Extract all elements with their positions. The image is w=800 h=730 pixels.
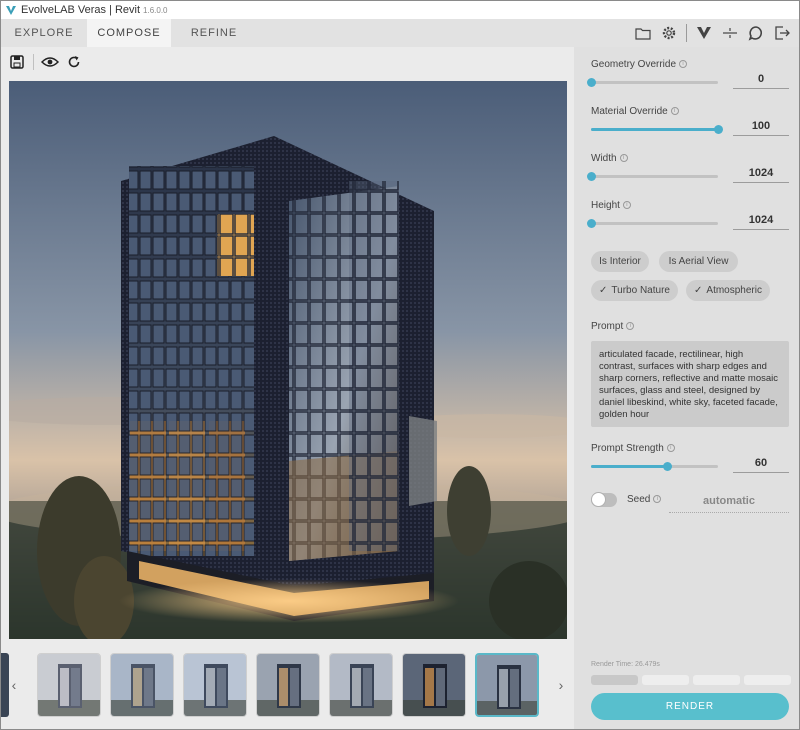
thumbnail-image bbox=[184, 654, 246, 716]
width-control: Width i 1024 bbox=[587, 153, 791, 193]
check-icon: ✓ bbox=[599, 285, 608, 296]
height-input[interactable]: 1024 bbox=[733, 210, 789, 230]
thumbnail-image bbox=[257, 654, 319, 716]
progress-segment bbox=[693, 675, 740, 685]
window-title: EvolveLAB Veras | Revit bbox=[21, 4, 141, 16]
width-label: Width i bbox=[591, 153, 628, 164]
geometry-override-input[interactable]: 0 bbox=[733, 69, 789, 89]
thumbnail-item[interactable] bbox=[402, 653, 466, 717]
toolbar-divider bbox=[33, 54, 34, 70]
save-icon bbox=[10, 55, 24, 69]
info-icon[interactable]: i bbox=[626, 322, 635, 331]
prompt-label: Prompt i bbox=[591, 321, 635, 332]
thumbnail-image bbox=[111, 654, 173, 716]
save-button[interactable] bbox=[5, 51, 29, 73]
thumbnail-item[interactable] bbox=[256, 653, 320, 717]
material-override-slider[interactable] bbox=[591, 125, 723, 134]
info-icon[interactable]: i bbox=[670, 107, 679, 116]
tab-refine[interactable]: REFINE bbox=[171, 19, 257, 47]
height-label: Height i bbox=[591, 200, 631, 211]
progress-segment bbox=[591, 675, 638, 685]
chip-atmospheric[interactable]: ✓ Atmospheric bbox=[686, 280, 770, 301]
prev-arrow-icon[interactable]: ‹ bbox=[3, 647, 25, 723]
app-version: 1.6.0.0 bbox=[143, 5, 168, 15]
thumbnail-item[interactable] bbox=[183, 653, 247, 717]
toggle-knob bbox=[591, 492, 606, 507]
prompt-strength-label: Prompt Strength i bbox=[591, 443, 675, 454]
thumbnail-list bbox=[27, 647, 547, 723]
chip-is-interior[interactable]: Is Interior bbox=[591, 251, 649, 272]
seed-control: Seed i automatic bbox=[591, 491, 791, 513]
app-window: EvolveLAB Veras | Revit 1.6.0.0 EXPLORE … bbox=[0, 0, 800, 730]
split-view-icon[interactable] bbox=[717, 19, 743, 47]
tab-explore[interactable]: EXPLORE bbox=[1, 19, 87, 47]
thumbnail-strip: ‹ › bbox=[1, 647, 574, 723]
header-divider bbox=[686, 24, 687, 42]
slider-handle[interactable] bbox=[663, 462, 673, 471]
prompt-strength-control: Prompt Strength i 60 bbox=[591, 443, 791, 483]
height-slider[interactable] bbox=[587, 219, 718, 228]
image-toolbar bbox=[5, 51, 86, 73]
seed-input[interactable]: automatic bbox=[669, 491, 789, 513]
tab-bar: EXPLORE COMPOSE REFINE bbox=[1, 19, 799, 47]
chip-turbo-nature[interactable]: ✓ Turbo Nature bbox=[591, 280, 678, 301]
building-render bbox=[9, 81, 567, 639]
render-time: Render Time: 26.479s bbox=[591, 661, 660, 668]
info-icon[interactable]: i bbox=[619, 154, 628, 163]
thumbnail-image bbox=[477, 655, 537, 715]
info-icon[interactable]: i bbox=[622, 201, 631, 210]
slider-handle[interactable] bbox=[587, 172, 596, 181]
render-progress bbox=[591, 675, 791, 685]
thumbnail-item[interactable] bbox=[475, 653, 539, 717]
next-arrow-icon[interactable]: › bbox=[550, 647, 572, 723]
geometry-override-slider[interactable] bbox=[587, 78, 718, 87]
slider-handle[interactable] bbox=[714, 125, 723, 134]
height-control: Height i 1024 bbox=[587, 200, 791, 240]
tab-compose[interactable]: COMPOSE bbox=[87, 19, 171, 47]
header-actions bbox=[630, 19, 795, 47]
progress-segment bbox=[642, 675, 689, 685]
progress-segment bbox=[744, 675, 791, 685]
gear-icon[interactable] bbox=[656, 19, 682, 47]
chat-icon[interactable] bbox=[743, 19, 769, 47]
info-icon[interactable]: i bbox=[666, 444, 675, 453]
settings-panel: Geometry Override i 0 Material Override i … bbox=[574, 47, 799, 729]
veras-brand-icon[interactable] bbox=[691, 19, 717, 47]
render-button[interactable]: RENDER bbox=[591, 693, 789, 720]
eye-icon bbox=[41, 57, 59, 67]
slider-handle[interactable] bbox=[587, 78, 596, 87]
veras-logo-icon bbox=[6, 6, 16, 15]
title-bar: EvolveLAB Veras | Revit 1.6.0.0 bbox=[1, 1, 799, 19]
rendered-image[interactable] bbox=[9, 81, 567, 639]
preview-button[interactable] bbox=[38, 51, 62, 73]
prompt-strength-slider[interactable] bbox=[591, 462, 718, 471]
thumbnail-image bbox=[38, 654, 100, 716]
info-icon[interactable]: i bbox=[679, 60, 688, 69]
info-icon[interactable]: i bbox=[653, 495, 662, 504]
material-override-input[interactable]: 100 bbox=[733, 116, 789, 136]
seed-toggle[interactable] bbox=[591, 492, 617, 507]
thumbnail-image bbox=[403, 654, 465, 716]
refresh-icon bbox=[68, 56, 80, 68]
prompt-strength-input[interactable]: 60 bbox=[733, 453, 789, 473]
geometry-override-control: Geometry Override i 0 bbox=[587, 59, 791, 99]
thumbnail-item[interactable] bbox=[37, 653, 101, 717]
width-input[interactable]: 1024 bbox=[733, 163, 789, 183]
thumbnail-image bbox=[330, 654, 392, 716]
material-override-label: Material Override i bbox=[591, 106, 679, 117]
material-override-control: Material Override i 100 bbox=[591, 106, 791, 146]
thumbnail-item[interactable] bbox=[329, 653, 393, 717]
check-icon: ✓ bbox=[694, 285, 703, 296]
exit-icon[interactable] bbox=[769, 19, 795, 47]
chip-is-aerial-view[interactable]: Is Aerial View bbox=[659, 251, 738, 272]
width-slider[interactable] bbox=[587, 172, 718, 181]
compose-canvas-panel: ‹ › bbox=[1, 47, 574, 729]
geometry-override-label: Geometry Override i bbox=[591, 59, 688, 70]
refresh-button[interactable] bbox=[62, 51, 86, 73]
thumbnail-item[interactable] bbox=[110, 653, 174, 717]
slider-handle[interactable] bbox=[587, 219, 596, 228]
seed-label: Seed i bbox=[627, 494, 662, 505]
prompt-textarea[interactable]: articulated facade, rectilinear, high co… bbox=[591, 341, 789, 427]
folder-icon[interactable] bbox=[630, 19, 656, 47]
